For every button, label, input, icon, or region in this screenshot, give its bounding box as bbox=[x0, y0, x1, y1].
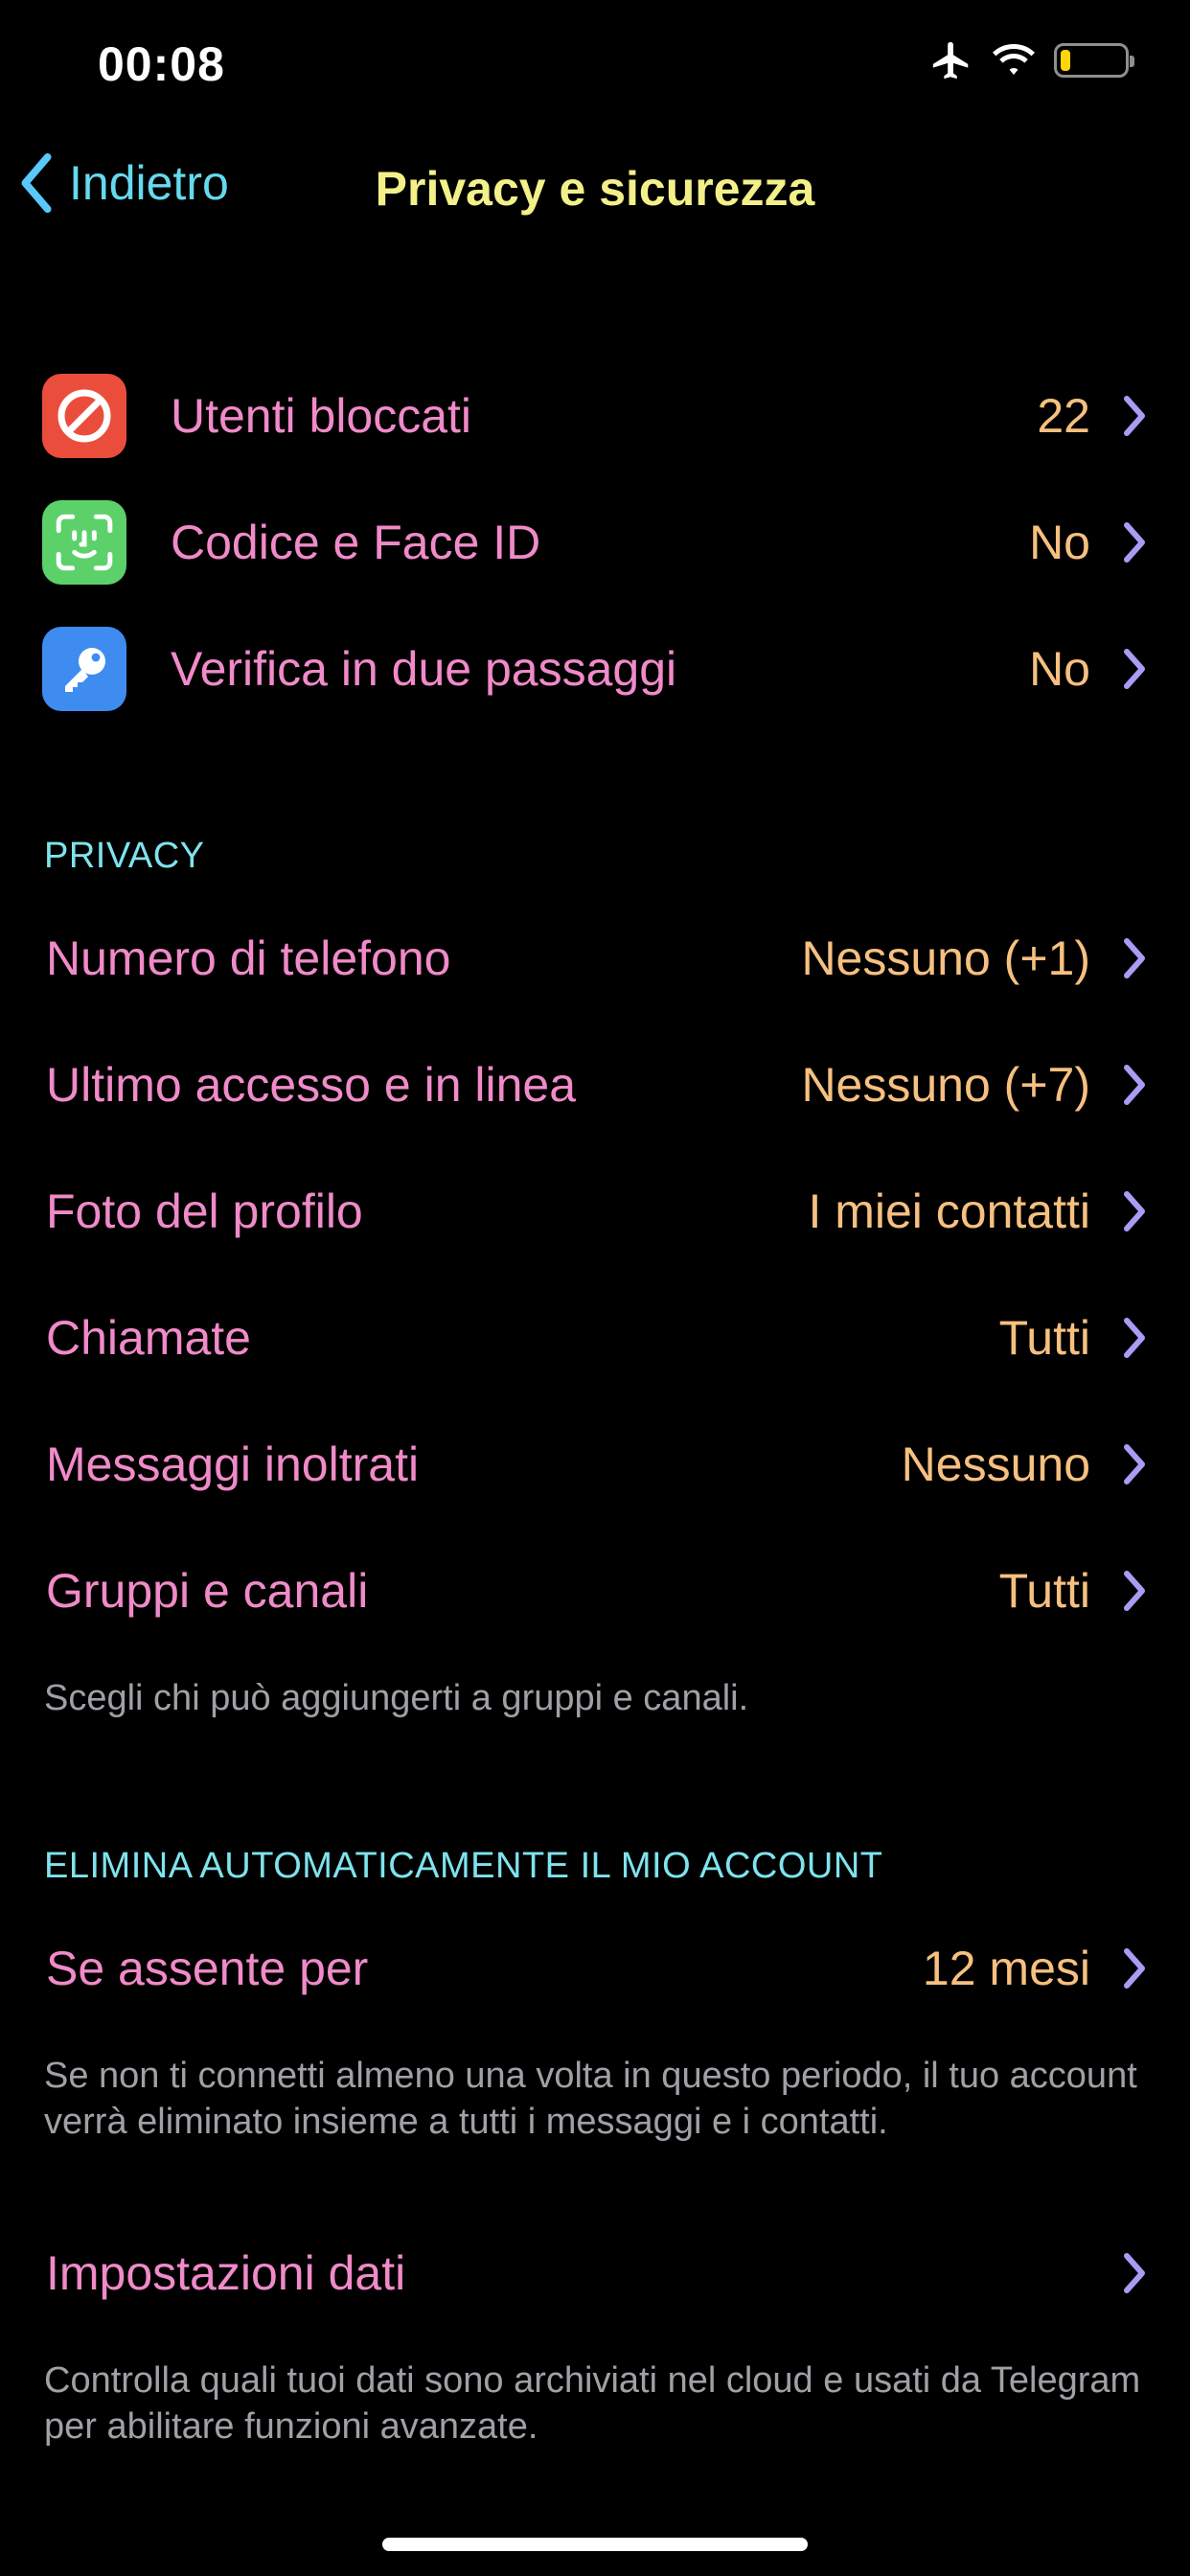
row-label: Gruppi e canali bbox=[46, 1564, 369, 1618]
data-settings-footer: Controlla quali tuoi dati sono archiviat… bbox=[44, 2360, 1141, 2447]
chevron-right-icon bbox=[1124, 1191, 1145, 1231]
chevron-right-icon bbox=[1124, 1065, 1145, 1105]
row-value: 12 mesi bbox=[922, 1942, 1090, 1995]
row-value: Nessuno (+7) bbox=[801, 1058, 1090, 1112]
chevron-right-icon bbox=[1124, 1571, 1145, 1611]
key-icon bbox=[42, 627, 126, 711]
row-last-seen[interactable]: Ultimo accesso e in linea Nessuno (+7) bbox=[0, 1022, 1190, 1148]
row-calls[interactable]: Chiamate Tutti bbox=[0, 1275, 1190, 1401]
row-value: No bbox=[1029, 642, 1090, 696]
row-label: Impostazioni dati bbox=[46, 2246, 406, 2300]
privacy-footer: Scegli chi può aggiungerti a gruppi e ca… bbox=[44, 1678, 749, 1718]
row-profile-photo[interactable]: Foto del profilo I miei contatti bbox=[0, 1148, 1190, 1275]
wifi-icon bbox=[993, 44, 1035, 75]
row-label: Se assente per bbox=[46, 1942, 369, 1995]
row-value: Tutti bbox=[998, 1564, 1090, 1618]
face-id-icon bbox=[42, 500, 126, 585]
battery-level bbox=[1061, 50, 1070, 71]
chevron-right-icon bbox=[1124, 649, 1145, 689]
airplane-icon bbox=[932, 41, 969, 80]
row-label: Foto del profilo bbox=[46, 1184, 363, 1238]
row-value: I miei contatti bbox=[808, 1184, 1090, 1238]
delete-account-footer: Se non ti connetti almeno una volta in q… bbox=[44, 2056, 1137, 2142]
chevron-right-icon bbox=[1124, 1444, 1145, 1484]
row-label: Messaggi inoltrati bbox=[46, 1438, 420, 1491]
section-header-privacy: PRIVACY bbox=[44, 836, 205, 876]
status-icons bbox=[929, 38, 1134, 82]
row-value: Nessuno bbox=[901, 1438, 1090, 1491]
page-title: Privacy e sicurezza bbox=[375, 162, 815, 216]
chevron-right-icon bbox=[1124, 522, 1145, 563]
row-value: No bbox=[1029, 516, 1090, 569]
home-indicator[interactable] bbox=[382, 2538, 808, 2551]
row-label: Utenti bloccati bbox=[171, 389, 472, 443]
blocked-icon bbox=[42, 374, 126, 458]
row-value: Tutti bbox=[998, 1311, 1090, 1365]
chevron-right-icon bbox=[1124, 396, 1145, 436]
chevron-right-icon bbox=[1124, 1948, 1145, 1989]
row-two-step-verification[interactable]: Verifica in due passaggi No bbox=[0, 606, 1190, 732]
row-blocked-users[interactable]: Utenti bloccati 22 bbox=[0, 353, 1190, 479]
chevron-right-icon bbox=[1124, 1318, 1145, 1358]
row-phone-number[interactable]: Numero di telefono Nessuno (+1) bbox=[0, 895, 1190, 1022]
row-label: Numero di telefono bbox=[46, 932, 451, 985]
row-forwarded-messages[interactable]: Messaggi inoltrati Nessuno bbox=[0, 1401, 1190, 1528]
row-label: Ultimo accesso e in linea bbox=[46, 1058, 577, 1112]
row-if-away-for[interactable]: Se assente per 12 mesi bbox=[0, 1905, 1190, 2032]
row-label: Verifica in due passaggi bbox=[171, 642, 677, 696]
row-label: Chiamate bbox=[46, 1311, 251, 1365]
chevron-right-icon bbox=[1124, 2253, 1145, 2293]
row-groups-channels[interactable]: Gruppi e canali Tutti bbox=[0, 1528, 1190, 1654]
row-label: Codice e Face ID bbox=[171, 516, 541, 569]
status-time: 00:08 bbox=[98, 37, 225, 91]
row-value: Nessuno (+1) bbox=[801, 932, 1090, 985]
row-passcode-face-id[interactable]: Codice e Face ID No bbox=[0, 479, 1190, 606]
row-value: 22 bbox=[1037, 389, 1090, 443]
chevron-right-icon bbox=[1124, 938, 1145, 978]
battery-icon bbox=[1054, 43, 1134, 78]
row-data-settings[interactable]: Impostazioni dati bbox=[0, 2210, 1190, 2336]
section-header-delete-account: ELIMINA AUTOMATICAMENTE IL MIO ACCOUNT bbox=[44, 1846, 883, 1886]
